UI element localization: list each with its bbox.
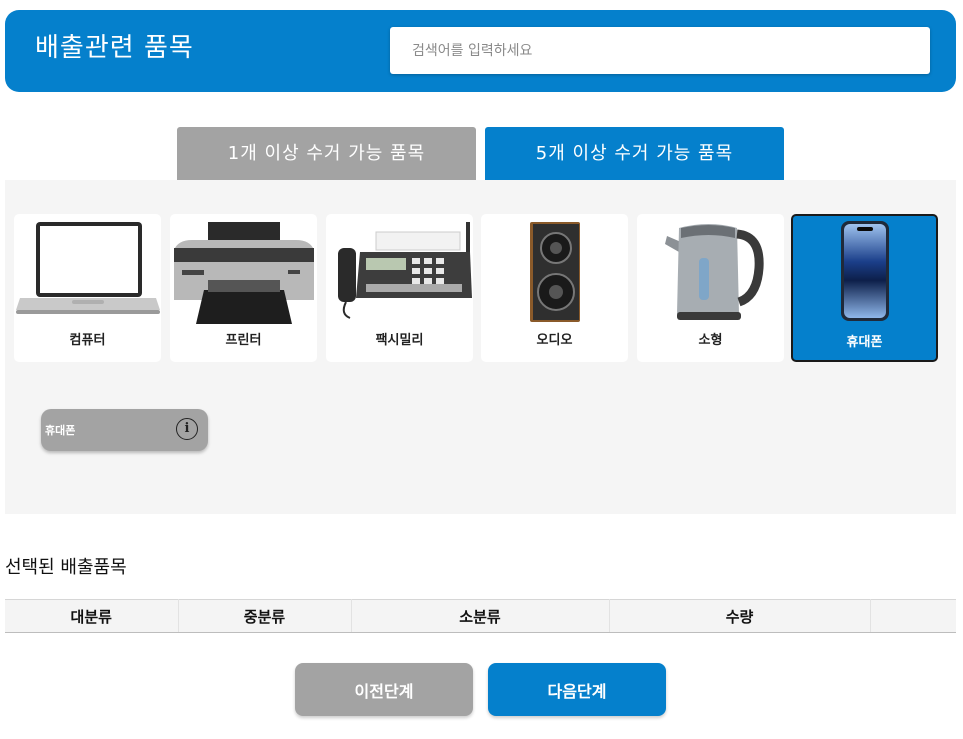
item-label: 소형: [698, 333, 723, 348]
selected-items-table: 대분류 중분류 소분류 수량: [5, 599, 956, 633]
item-panel: 컴퓨터 프린터 팩시밀리 오디오 소형 휴대폰 휴대폰 i: [5, 180, 956, 514]
item-label: 프린터: [225, 333, 262, 348]
item-label: 팩시밀리: [375, 333, 424, 348]
tab-5-or-more[interactable]: 5개 이상 수거 가능 품목: [485, 127, 784, 181]
item-label: 휴대폰: [846, 335, 883, 350]
item-card-fax[interactable]: 팩시밀리: [326, 214, 473, 362]
smartphone-icon: [841, 221, 889, 321]
fax-icon: [338, 222, 472, 319]
speaker-icon: [530, 222, 580, 322]
item-label: 컴퓨터: [69, 333, 106, 348]
info-icon[interactable]: i: [176, 418, 198, 440]
col-mid-category: 중분류: [178, 599, 352, 633]
col-quantity: 수량: [609, 599, 871, 633]
item-card-small-appliance[interactable]: 소형: [637, 214, 784, 362]
item-card-printer[interactable]: 프린터: [170, 214, 317, 362]
next-step-button[interactable]: 다음단계: [488, 663, 666, 716]
item-card-audio[interactable]: 오디오: [481, 214, 628, 362]
selected-items-title: 선택된 배출품목: [5, 557, 127, 578]
search-input[interactable]: [390, 27, 930, 74]
item-card-computer[interactable]: 컴퓨터: [14, 214, 161, 362]
col-sub-category: 소분류: [351, 599, 610, 633]
kettle-icon: [665, 224, 764, 320]
col-major-category: 대분류: [5, 599, 179, 633]
chip-label: 휴대폰: [45, 424, 76, 437]
item-label: 오디오: [536, 333, 573, 348]
col-action: [870, 599, 956, 633]
prev-step-button[interactable]: 이전단계: [295, 663, 473, 716]
item-card-cellphone[interactable]: 휴대폰: [791, 214, 938, 362]
printer-icon: [174, 222, 314, 324]
laptop-icon: [16, 222, 160, 314]
tab-1-or-more[interactable]: 1개 이상 수거 가능 품목: [177, 127, 476, 181]
selected-item-chip[interactable]: 휴대폰 i: [41, 409, 208, 451]
header-bar: 배출관련 품목: [5, 10, 956, 92]
page-title: 배출관련 품목: [35, 33, 194, 63]
